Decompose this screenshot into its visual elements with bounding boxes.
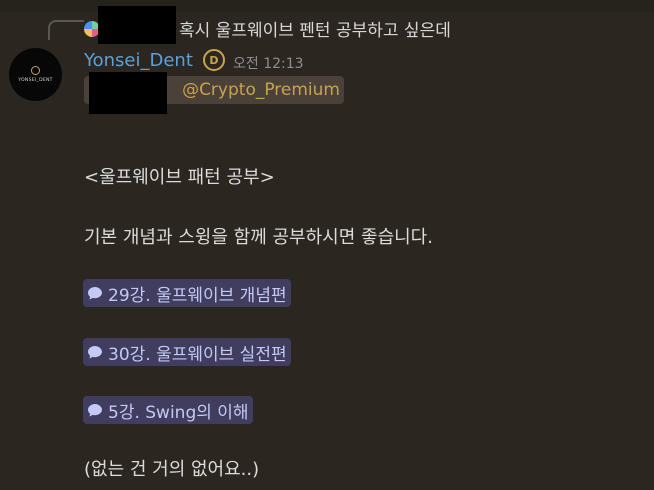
channel-link-wolfwave-practice[interactable]: 30강. 울프웨이브 실전편	[83, 338, 291, 366]
avatar-logo-icon	[31, 66, 40, 75]
channel-link-label: 5강. Swing의 이해	[108, 402, 249, 423]
message-timestamp: 오전 12:13	[233, 56, 304, 72]
speech-bubble-icon	[88, 404, 102, 417]
speech-bubble-icon	[88, 346, 102, 359]
channel-link-label: 30강. 울프웨이브 실전편	[108, 344, 287, 365]
avatar[interactable]: YONSEI_DENT	[9, 48, 62, 101]
reply-preview-text[interactable]: 혹시 울프웨이브 펜턴 공부하고 싶은데	[179, 16, 451, 41]
message-outro: (없는 건 거의 없어요..)	[84, 459, 260, 480]
message-heading: <울프웨이브 패턴 공부>	[84, 167, 275, 188]
message-intro: 기본 개념과 스윙을 함께 공부하시면 좋습니다.	[84, 227, 433, 248]
channel-link-label: 29강. 울프웨이브 개념편	[108, 285, 287, 306]
role-badge-icon[interactable]: D	[203, 49, 225, 71]
reply-connector-line	[48, 20, 84, 40]
redacted-mention-prefix	[89, 72, 167, 114]
avatar-logo-text: YONSEI_DENT	[18, 78, 53, 83]
channel-link-swing[interactable]: 5강. Swing의 이해	[83, 396, 253, 424]
channel-link-wolfwave-concept[interactable]: 29강. 울프웨이브 개념편	[83, 279, 291, 307]
speech-bubble-icon	[88, 287, 102, 300]
redacted-reply-author	[98, 6, 176, 44]
username[interactable]: Yonsei_Dent	[84, 50, 193, 71]
